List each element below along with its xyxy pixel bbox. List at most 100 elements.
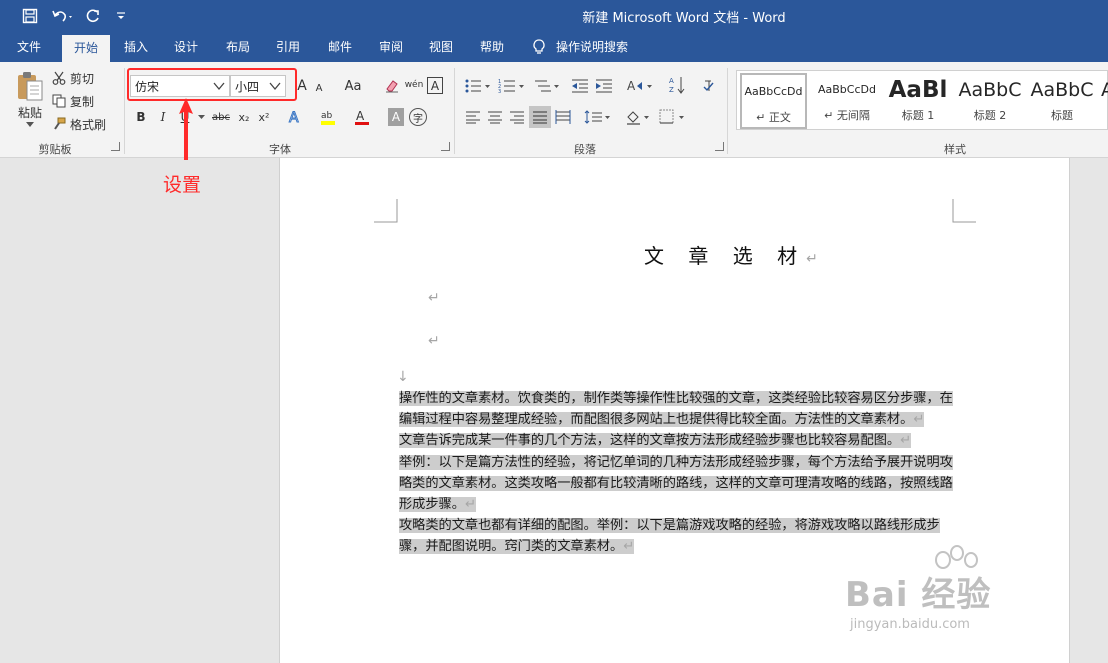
show-marks-icon[interactable]	[700, 76, 718, 96]
group-divider	[124, 68, 125, 154]
tab-design[interactable]: 设计	[166, 32, 206, 62]
bold-button[interactable]: B	[134, 108, 148, 126]
svg-text:ab: ab	[321, 111, 333, 121]
font-group-label: 字体	[269, 143, 291, 156]
numbering-icon[interactable]: 123	[497, 76, 527, 96]
tab-insert[interactable]: 插入	[116, 32, 156, 62]
paragraph-mark-icon: ↵	[824, 109, 834, 122]
font-color-icon[interactable]: A	[352, 107, 372, 127]
style-title[interactable]: AaBbC 标题	[1029, 73, 1095, 129]
document-body[interactable]: 操作性的文章素材。饮食类的，制作类等操作性比较强的文章，这类经验比较容易区分步骤…	[399, 388, 955, 558]
decrease-indent-icon[interactable]	[570, 76, 590, 96]
align-center-icon[interactable]	[486, 108, 504, 126]
bullets-icon[interactable]	[464, 76, 492, 96]
tab-references[interactable]: 引用	[268, 32, 308, 62]
sort-icon[interactable]: AZ	[668, 74, 686, 96]
tell-me-label: 操作说明搜索	[556, 40, 629, 54]
tab-review[interactable]: 审阅	[371, 32, 411, 62]
paragraph-mark: ↵	[428, 333, 440, 349]
style-more[interactable]: A	[1101, 73, 1108, 129]
cut-button[interactable]: 剪切	[52, 69, 104, 87]
borders-icon[interactable]	[658, 107, 688, 127]
style-no-spacing[interactable]: AaBbCcDd ↵ 无间隔	[813, 73, 881, 129]
crop-mark-icon	[952, 199, 976, 223]
document-title-text: 文 章 选 材	[644, 244, 807, 268]
styles-gallery[interactable]: AaBbCcDd ↵ 正文 AaBbCcDd ↵ 无间隔 AaBl 标题 1 A…	[736, 70, 1108, 130]
chinese-layout-icon[interactable]: A	[625, 76, 655, 96]
selected-text: 举例：以下是篇方法性的经验，将记忆单词的几种方法形成经验步骤，每个方法给予展开说…	[399, 454, 953, 513]
style-sample: AaBbC	[1030, 79, 1094, 101]
strikethrough-button[interactable]: abc	[209, 108, 233, 126]
change-case-button[interactable]: Aa	[338, 76, 368, 96]
chevron-down-icon[interactable]	[24, 120, 36, 128]
tab-help[interactable]: 帮助	[472, 32, 512, 62]
style-name: 标题	[1051, 109, 1073, 122]
justify-icon[interactable]	[529, 106, 551, 128]
paintbrush-icon	[54, 117, 66, 130]
style-sample: AaBl	[888, 77, 948, 103]
distributed-icon[interactable]	[554, 108, 572, 126]
paste-icon[interactable]	[14, 70, 46, 104]
character-shading-button[interactable]: A	[388, 108, 404, 126]
styles-group-label: 样式	[944, 143, 966, 156]
body-paragraph[interactable]: 文章告诉完成某一件事的几个方法，这样的文章按方法形成经验步骤也比较容易配图。↵	[399, 430, 955, 451]
style-heading-2[interactable]: AaBbC 标题 2	[957, 73, 1023, 129]
group-divider	[454, 68, 455, 154]
copy-button[interactable]: 复制	[52, 92, 104, 110]
clear-formatting-icon[interactable]	[383, 76, 401, 96]
style-name: 标题 2	[973, 109, 1007, 122]
line-break-mark: ↓	[397, 369, 409, 385]
subscript-button[interactable]: x₂	[236, 108, 252, 126]
style-sample: A	[1101, 79, 1108, 101]
style-name: 标题 1	[901, 109, 935, 122]
paste-button[interactable]: 粘贴	[10, 104, 50, 120]
text-effects-icon[interactable]: A	[286, 107, 304, 127]
copy-label: 复制	[70, 94, 95, 109]
italic-button[interactable]: I	[156, 108, 170, 126]
shrink-font-button[interactable]: A	[312, 79, 326, 97]
paragraph-mark: ↵	[428, 290, 440, 306]
cut-label: 剪切	[70, 71, 95, 86]
font-settings-highlight	[127, 68, 297, 101]
paragraph-mark-icon: ↵	[756, 111, 766, 124]
lightbulb-icon	[533, 39, 545, 54]
watermark-brand: Bai 经验	[845, 575, 992, 615]
ribbon-tabs: 文件 开始 插入 设计 布局 引用 邮件 审阅 视图 帮助 操作说明搜索	[0, 32, 1108, 62]
tell-me-search[interactable]: 操作说明搜索	[532, 32, 628, 62]
style-sample: AaBbCcDd	[744, 85, 803, 98]
highlight-icon[interactable]: ab	[318, 107, 338, 127]
document-title[interactable]: 文 章 选 材↵	[644, 240, 818, 269]
paragraph-group-label: 段落	[574, 143, 596, 156]
enclose-characters-button[interactable]: 字	[409, 108, 427, 126]
style-normal[interactable]: AaBbCcDd ↵ 正文	[740, 73, 807, 129]
clipboard-dialog-launcher-icon[interactable]	[111, 142, 120, 151]
selected-text: 操作性的文章素材。饮食类的，制作类等操作性比较强的文章，这类经验比较容易区分步骤…	[399, 391, 953, 428]
shading-icon[interactable]	[624, 107, 652, 127]
line-spacing-icon[interactable]	[583, 108, 613, 126]
increase-indent-icon[interactable]	[594, 76, 614, 96]
style-heading-1[interactable]: AaBl 标题 1	[885, 73, 951, 129]
tab-file[interactable]: 文件	[8, 32, 50, 62]
selected-text: 文章告诉完成某一件事的几个方法，这样的文章按方法形成经验步骤也比较容易配图。	[399, 433, 901, 449]
paragraph-mark: ↵	[806, 251, 818, 267]
chevron-down-icon[interactable]	[196, 112, 206, 122]
style-name: 无间隔	[836, 109, 870, 122]
tab-layout[interactable]: 布局	[218, 32, 258, 62]
body-paragraph[interactable]: 操作性的文章素材。饮食类的，制作类等操作性比较强的文章，这类经验比较容易区分步骤…	[399, 388, 955, 430]
format-painter-label: 格式刷	[70, 117, 107, 132]
tab-home[interactable]: 开始	[62, 35, 110, 62]
tab-mailings[interactable]: 邮件	[320, 32, 360, 62]
phonetic-guide-button[interactable]: wén	[404, 74, 424, 96]
group-divider	[727, 68, 728, 154]
body-paragraph[interactable]: 举例：以下是篇方法性的经验，将记忆单词的几种方法形成经验步骤，每个方法给予展开说…	[399, 452, 955, 516]
paragraph-dialog-launcher-icon[interactable]	[715, 142, 724, 151]
font-dialog-launcher-icon[interactable]	[441, 142, 450, 151]
align-right-icon[interactable]	[508, 108, 526, 126]
superscript-button[interactable]: x²	[256, 108, 272, 126]
watermark-url: jingyan.baidu.com	[850, 617, 970, 632]
multilevel-list-icon[interactable]	[532, 76, 562, 96]
tab-view[interactable]: 视图	[421, 32, 461, 62]
format-painter-button[interactable]: 格式刷	[52, 115, 112, 133]
align-left-icon[interactable]	[464, 108, 482, 126]
character-border-button[interactable]: A	[427, 77, 443, 94]
